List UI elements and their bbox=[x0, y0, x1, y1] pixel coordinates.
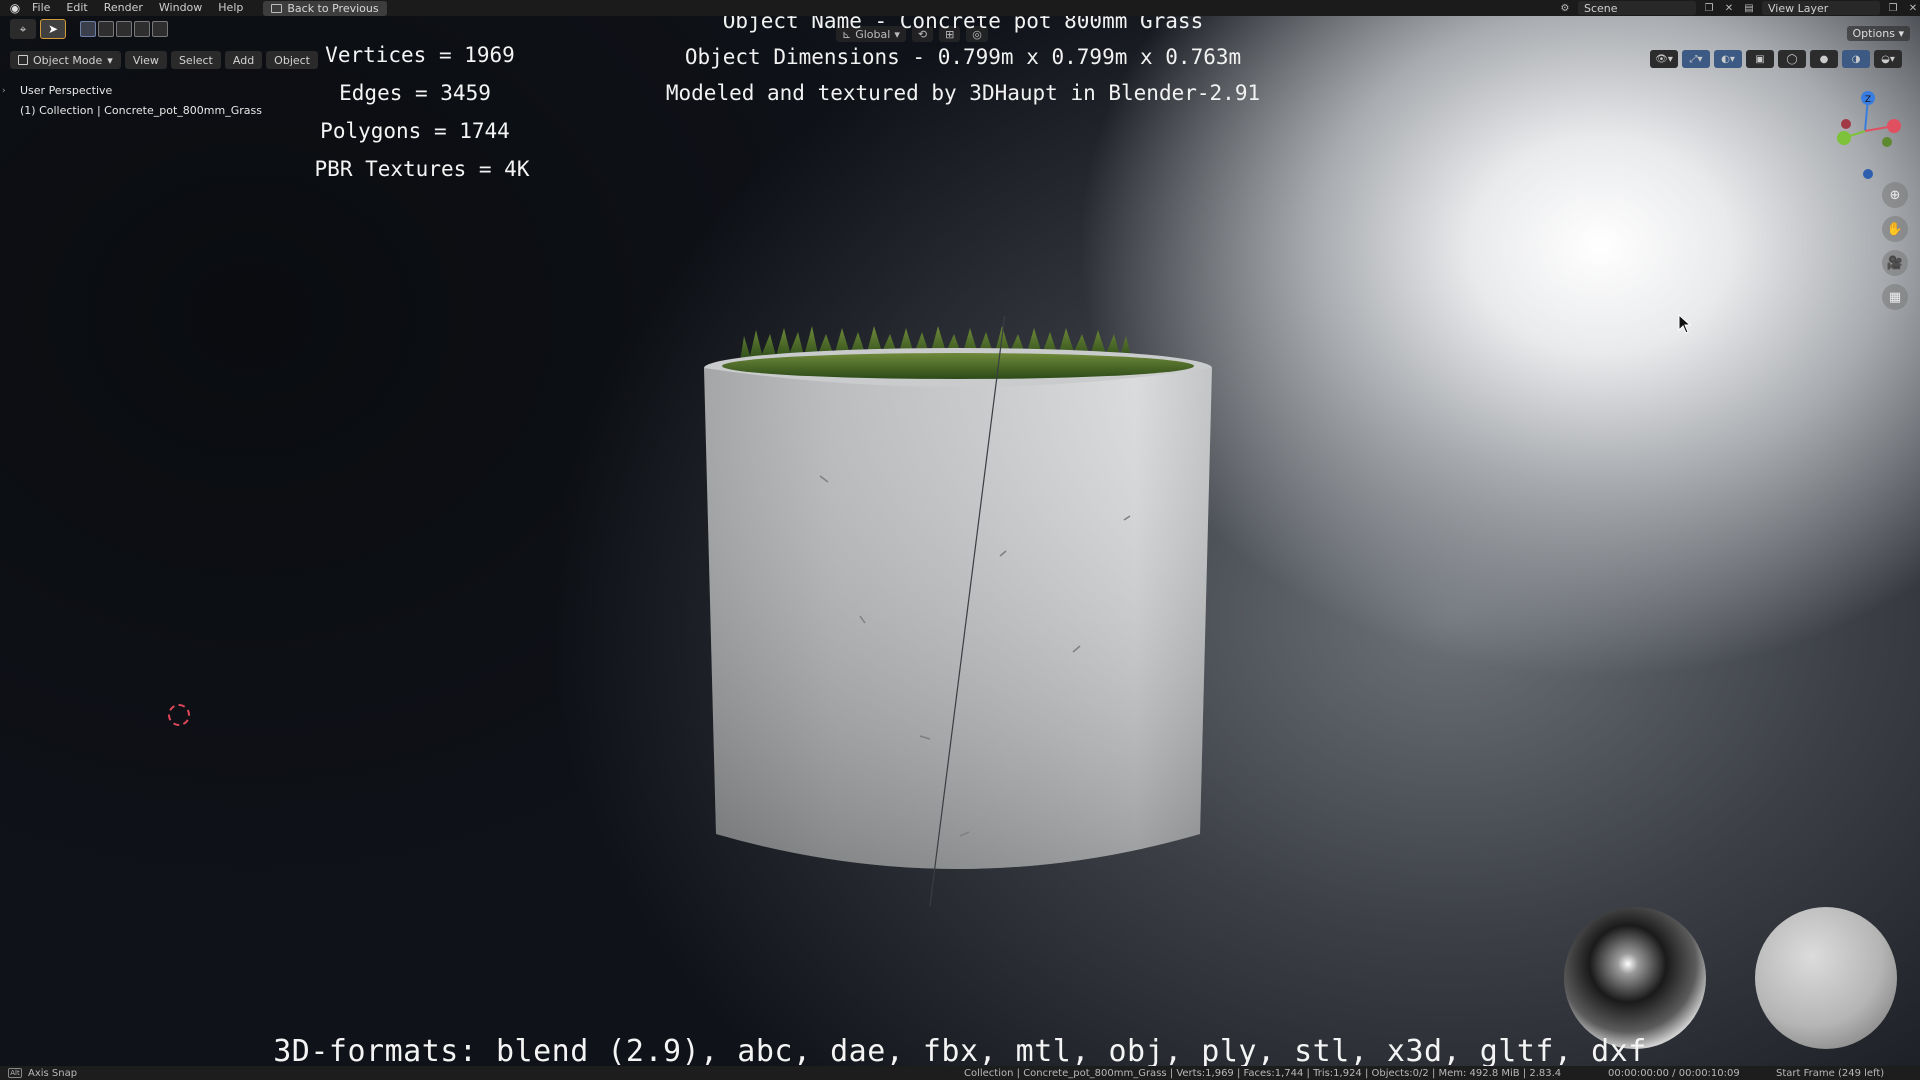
view-layer-icon[interactable]: ▤ bbox=[1742, 2, 1756, 14]
options-label: Options bbox=[1852, 27, 1895, 40]
menu-edit[interactable]: Edit bbox=[58, 0, 95, 16]
viewport-shading-controls: 👁▾ ⤢▾ ◐▾ ▣ ◯ ● ◑ ◒▾ bbox=[1650, 50, 1902, 68]
sidebar-expand-icon[interactable]: › bbox=[2, 86, 6, 96]
playback-time: 00:00:00:00 / 00:00:10:09 bbox=[1608, 1067, 1740, 1079]
select-subtract-icon[interactable] bbox=[116, 21, 132, 37]
rendered-shading-icon[interactable]: ◒▾ bbox=[1874, 50, 1902, 68]
3d-cursor[interactable] bbox=[168, 704, 190, 726]
topbar-right: ⚙ Scene ❐ ✕ ▤ View Layer ❐ ✕ bbox=[1558, 0, 1920, 16]
textures-text: PBR Textures = 4K bbox=[314, 157, 530, 181]
editor-type-icon[interactable]: ⌖ bbox=[10, 19, 36, 39]
polygons-text: Polygons = 1744 bbox=[320, 119, 510, 143]
menu-render[interactable]: Render bbox=[96, 0, 151, 16]
chevron-down-icon: ▾ bbox=[107, 53, 113, 67]
delete-scene-icon[interactable]: ✕ bbox=[1722, 2, 1736, 14]
blender-logo-icon[interactable]: ◉ bbox=[6, 0, 24, 16]
scene-selector[interactable]: Scene bbox=[1578, 1, 1696, 15]
select-menu[interactable]: Select bbox=[170, 51, 221, 69]
credit-text: Modeled and textured by 3DHaupt in Blend… bbox=[665, 81, 1261, 105]
top-menu-bar: ◉ File Edit Render Window Help Back to P… bbox=[0, 0, 1920, 16]
view-menu-label: View bbox=[132, 53, 159, 67]
gizmo-neg-y bbox=[1882, 137, 1892, 147]
select-new-icon[interactable] bbox=[80, 21, 96, 37]
wireframe-shading-icon[interactable]: ◯ bbox=[1778, 50, 1806, 68]
select-invert-icon[interactable] bbox=[134, 21, 150, 37]
axis-snap-label: Axis Snap bbox=[28, 1067, 78, 1079]
object-mode-icon bbox=[18, 55, 28, 65]
edges-text: Edges = 3459 bbox=[339, 81, 491, 105]
view-layer-label: View Layer bbox=[1768, 1, 1829, 15]
select-intersect-icon[interactable] bbox=[152, 21, 168, 37]
gizmo-neg-z bbox=[1863, 169, 1873, 179]
select-extend-icon[interactable] bbox=[98, 21, 114, 37]
status-bar: Alt Axis Snap Collection | Concrete_pot_… bbox=[0, 1066, 1920, 1080]
scene-label: Scene bbox=[1584, 1, 1618, 15]
menu-window[interactable]: Window bbox=[151, 0, 210, 16]
add-menu-label: Add bbox=[232, 53, 255, 67]
delete-view-layer-icon[interactable]: ✕ bbox=[1906, 2, 1920, 14]
object-mode-dropdown[interactable]: Object Mode ▾ bbox=[10, 51, 121, 69]
camera-view-icon[interactable]: 🎥 bbox=[1882, 250, 1908, 276]
gizmo-z-label: Z bbox=[1865, 95, 1871, 105]
object-mode-label: Object Mode bbox=[33, 53, 103, 67]
overlay-toggle-icon[interactable]: ◐▾ bbox=[1714, 50, 1742, 68]
select-menu-label: Select bbox=[178, 53, 213, 67]
menu-help[interactable]: Help bbox=[210, 0, 251, 16]
3d-viewport[interactable]: ⌖ ➤ ⊾ Global ▾ ⟲ ⊞ ◎ Options ▾ Object Mo… bbox=[0, 16, 1920, 1071]
viewport-header: Object Mode ▾ View Select Add Object bbox=[10, 50, 318, 70]
scene-statistics: Collection | Concrete_pot_800mm_Grass | … bbox=[964, 1067, 1562, 1079]
gizmo-y-axis bbox=[1837, 131, 1851, 145]
keyboard-key-icon: Alt bbox=[8, 1068, 22, 1078]
new-scene-icon[interactable]: ❐ bbox=[1702, 2, 1716, 14]
xray-toggle-icon[interactable]: ▣ bbox=[1746, 50, 1774, 68]
solid-shading-icon[interactable]: ● bbox=[1810, 50, 1838, 68]
formats-text: 3D-formats: blend (2.9), abc, dae, fbx, … bbox=[273, 1034, 1647, 1069]
view-menu[interactable]: View bbox=[124, 51, 167, 69]
navigation-gizmo[interactable]: Z bbox=[1820, 86, 1910, 186]
back-to-previous-button[interactable]: Back to Previous bbox=[263, 0, 387, 16]
mouse-pointer-icon bbox=[1678, 314, 1692, 334]
navigation-buttons: ⊕ ✋ 🎥 ▦ bbox=[1882, 182, 1908, 310]
scene-icon[interactable]: ⚙ bbox=[1558, 2, 1572, 14]
vertices-text: Vertices = 1969 bbox=[325, 43, 515, 67]
gizmo-x-axis bbox=[1887, 119, 1901, 133]
visibility-icon[interactable]: 👁▾ bbox=[1650, 50, 1678, 68]
perspective-grid-icon[interactable]: ▦ bbox=[1882, 284, 1908, 310]
zoom-icon[interactable]: ⊕ bbox=[1882, 182, 1908, 208]
start-frame-info: Start Frame (249 left) bbox=[1776, 1067, 1885, 1079]
concrete-pot-model[interactable] bbox=[700, 316, 1220, 906]
menu-file[interactable]: File bbox=[24, 0, 58, 16]
chrome-sphere bbox=[1564, 907, 1706, 1049]
selection-mode-group bbox=[80, 21, 168, 37]
material-shading-icon[interactable]: ◑ bbox=[1842, 50, 1870, 68]
view-layer-selector[interactable]: View Layer bbox=[1762, 1, 1880, 15]
gizmo-neg-x bbox=[1841, 119, 1851, 129]
collection-label: (1) Collection | Concrete_pot_800mm_Gras… bbox=[20, 104, 262, 117]
options-dropdown[interactable]: Options ▾ bbox=[1846, 26, 1910, 41]
perspective-label: User Perspective bbox=[20, 84, 113, 97]
diffuse-sphere bbox=[1755, 907, 1897, 1049]
object-dimensions-text: Object Dimensions - 0.799m x 0.799m x 0.… bbox=[684, 45, 1242, 69]
pan-hand-icon[interactable]: ✋ bbox=[1882, 216, 1908, 242]
object-name-text: Object Name - Concrete pot 800mm Grass bbox=[722, 16, 1204, 33]
screen-icon bbox=[271, 3, 283, 13]
add-menu[interactable]: Add bbox=[224, 51, 263, 69]
new-view-layer-icon[interactable]: ❐ bbox=[1886, 2, 1900, 14]
back-to-previous-label: Back to Previous bbox=[287, 1, 379, 15]
select-tool-icon[interactable]: ➤ bbox=[40, 19, 66, 39]
gizmo-toggle-icon[interactable]: ⤢▾ bbox=[1682, 50, 1710, 68]
